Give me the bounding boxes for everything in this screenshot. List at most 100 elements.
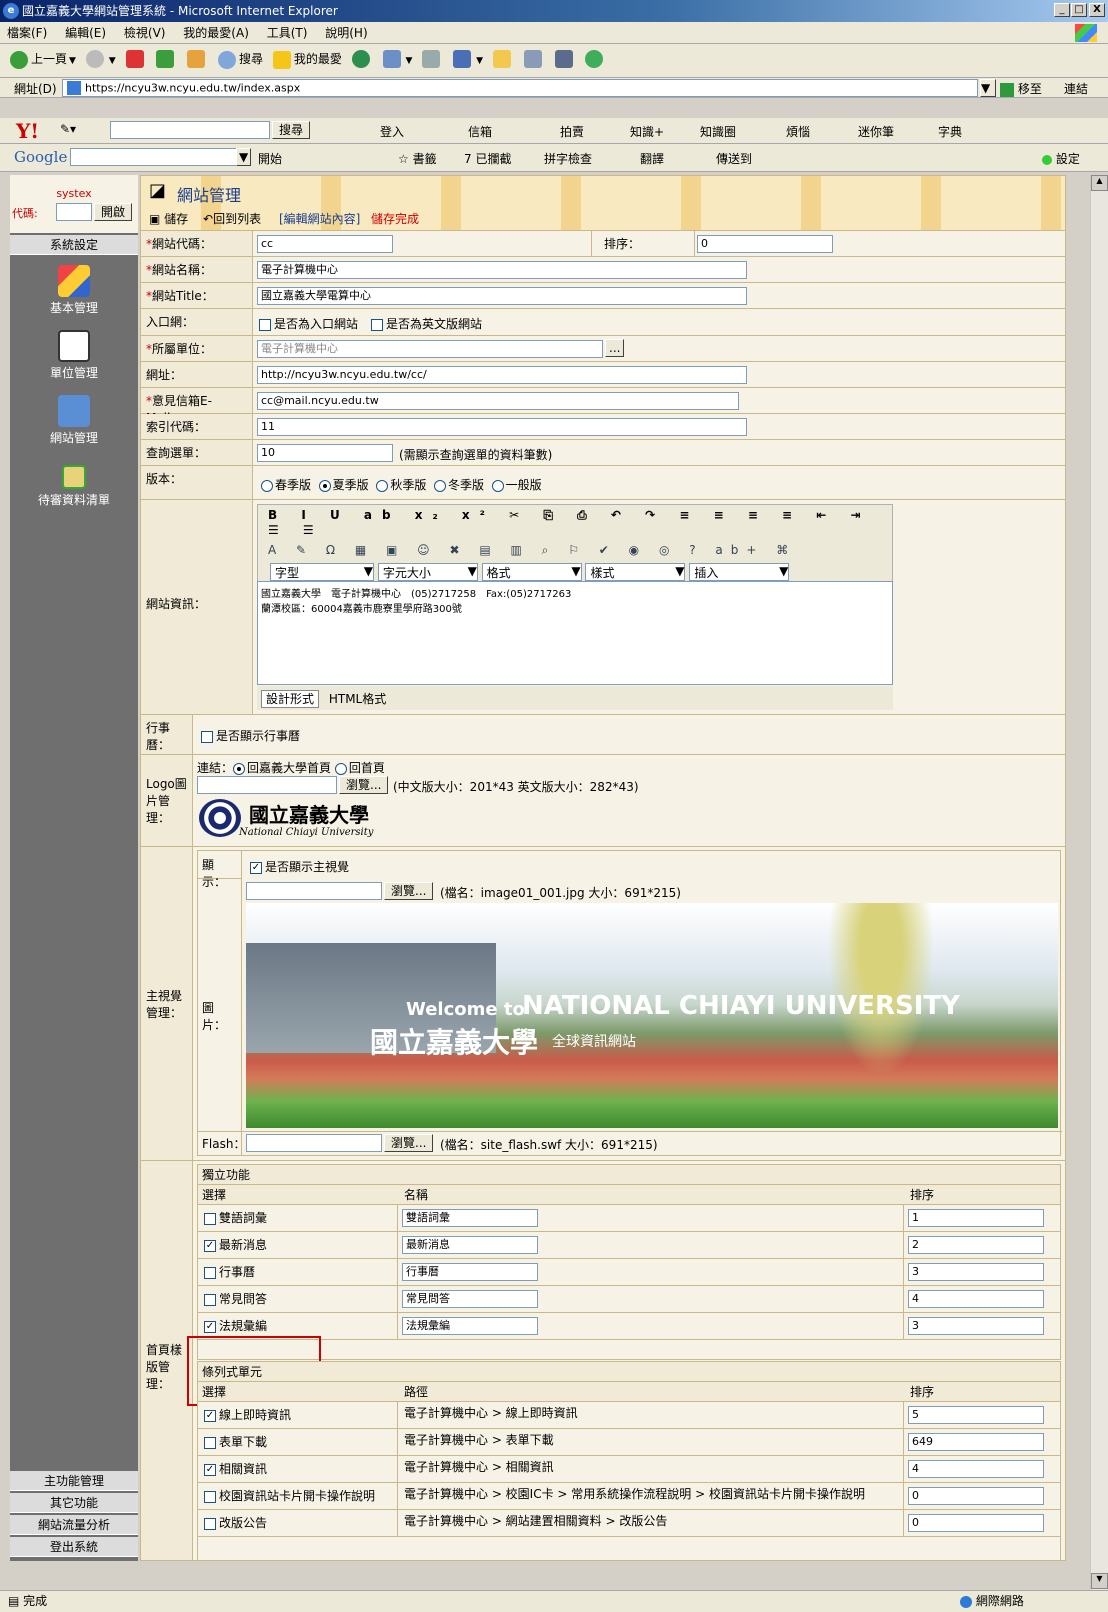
yahoo-circle[interactable]: 知識圈 xyxy=(700,123,736,140)
nav-logout[interactable]: 登出系統 xyxy=(10,1537,138,1557)
unit-picker-button[interactable]: ... xyxy=(605,339,625,357)
version-winter[interactable]: 冬季版 xyxy=(433,478,484,492)
solo-checkbox[interactable]: ✓ xyxy=(204,1320,216,1333)
list-checkbox[interactable]: ✓ xyxy=(204,1409,216,1422)
show-visual-checkbox[interactable]: ✓ 是否顯示主視覺 xyxy=(250,858,349,875)
query-input[interactable]: 10 xyxy=(257,444,393,462)
insert-buttons[interactable]: A ✎ Ω ▦ ▣ ☺ ✖ ▤ ▥ ⌕ ⚐ ✔ ◉ ◎ ? ab+ ⌘ xyxy=(258,540,892,561)
print-button[interactable] xyxy=(422,50,443,69)
nav-basic[interactable]: 基本管理 xyxy=(10,265,138,316)
refresh-button[interactable] xyxy=(156,50,177,69)
logo-browse-button[interactable]: 瀏覽... xyxy=(339,776,389,794)
format-select[interactable]: 格式 ▼ xyxy=(481,563,582,581)
code-input[interactable] xyxy=(56,203,92,221)
version-spring[interactable]: 春季版 xyxy=(261,478,311,492)
research-button[interactable] xyxy=(554,50,576,69)
unit-input[interactable]: 電子計算機中心 xyxy=(257,340,603,358)
yahoo-notes[interactable]: 迷你筆 xyxy=(858,123,894,140)
stop-button[interactable] xyxy=(125,50,147,69)
nav-other[interactable]: 其它功能 xyxy=(10,1493,138,1513)
nav-unit[interactable]: 單位管理 xyxy=(10,330,138,381)
back-to-list-link[interactable]: ↶回到列表 xyxy=(203,210,261,227)
nav-pending[interactable]: 待審資料清單 xyxy=(10,465,138,508)
portal-checkbox[interactable]: 是否為入口網站 xyxy=(259,315,358,332)
yahoo-search-input[interactable] xyxy=(110,121,270,139)
solo-name-input[interactable]: 最新消息 xyxy=(402,1236,538,1254)
yahoo-logo[interactable]: Y! xyxy=(16,119,39,143)
style-select[interactable]: 樣式 ▼ xyxy=(585,563,686,581)
index-code-input[interactable]: 11 xyxy=(257,418,747,436)
list-select-cell[interactable]: 改版公告 xyxy=(198,1510,398,1536)
version-summer[interactable]: 夏季版 xyxy=(318,478,369,492)
nav-main-func[interactable]: 主功能管理 xyxy=(10,1471,138,1491)
save-button[interactable]: ▣ 儲存 xyxy=(149,210,188,227)
address-dropdown[interactable]: ▼ xyxy=(980,79,996,97)
visual-browse-button[interactable]: 瀏覽... xyxy=(384,882,434,900)
list-sort-input[interactable]: 0 xyxy=(908,1487,1044,1505)
menu-tools[interactable]: 工具(T) xyxy=(260,22,315,44)
address-input[interactable]: https://ncyu3w.ncyu.edu.tw/index.aspx xyxy=(62,79,978,97)
site-title-input[interactable]: 國立嘉義大學電算中心 xyxy=(257,287,747,305)
menu-help[interactable]: 說明(H) xyxy=(318,22,374,44)
size-select[interactable]: 字元大小 ▼ xyxy=(377,563,478,581)
google-translate[interactable]: 翻譯 xyxy=(640,150,664,167)
calendar-checkbox[interactable]: 是否顯示行事曆 xyxy=(201,727,300,744)
home-button[interactable] xyxy=(187,50,208,69)
solo-checkbox[interactable]: ✓ xyxy=(204,1239,216,1252)
solo-select-cell[interactable]: ✓ 最新消息 xyxy=(198,1232,398,1258)
history-button[interactable] xyxy=(351,50,373,69)
logo-file-input[interactable] xyxy=(197,776,337,794)
solo-checkbox[interactable] xyxy=(204,1293,216,1306)
scroll-down-icon[interactable]: ▼ xyxy=(1091,1573,1108,1589)
yahoo-signin[interactable]: 登入 xyxy=(380,123,404,140)
tab-html[interactable]: HTML格式 xyxy=(323,691,392,707)
solo-checkbox[interactable] xyxy=(204,1266,216,1279)
list-select-cell[interactable]: 校園資訊站卡片開卡操作說明 xyxy=(198,1483,398,1509)
solo-select-cell[interactable]: 常見問答 xyxy=(198,1286,398,1312)
maximize-button[interactable]: □ xyxy=(1071,3,1087,17)
mail-button[interactable]: ▼ xyxy=(382,50,412,69)
google-open[interactable]: 開始 xyxy=(258,150,282,167)
close-button[interactable]: X xyxy=(1089,3,1105,17)
format-buttons[interactable]: B I U ab x₂ x² ✂ ⎘ ⎙ ↶ ↷ ≡ ≡ ≡ ≡ ⇤ ⇥ ☰ ☰ xyxy=(258,505,892,540)
go-button[interactable]: 移至 xyxy=(1000,80,1042,97)
url-input[interactable]: http://ncyu3w.ncyu.edu.tw/cc/ xyxy=(257,366,747,384)
nav-header[interactable]: 系統設定 xyxy=(10,235,138,255)
site-name-input[interactable]: 電子計算機中心 xyxy=(257,261,747,279)
list-select-cell[interactable]: ✓ 線上即時資訊 xyxy=(198,1402,398,1428)
google-search-input[interactable] xyxy=(70,148,248,166)
google-settings[interactable]: 設定 xyxy=(1042,150,1080,167)
list-sort-input[interactable]: 0 xyxy=(908,1514,1044,1532)
yahoo-search-button[interactable]: 搜尋 xyxy=(272,121,311,139)
english-checkbox[interactable]: 是否為英文版網站 xyxy=(371,315,482,332)
google-dropdown[interactable]: ▼ xyxy=(236,148,252,166)
font-select[interactable]: 字型 ▼ xyxy=(270,563,374,581)
yahoo-auction[interactable]: 拍賣 xyxy=(560,123,584,140)
solo-checkbox[interactable] xyxy=(204,1212,216,1225)
list-checkbox[interactable] xyxy=(204,1517,216,1530)
nav-traffic[interactable]: 網站流量分析 xyxy=(10,1515,138,1535)
pencil-icon[interactable]: ✎▾ xyxy=(60,122,76,136)
scroll-up-icon[interactable]: ▲ xyxy=(1091,175,1108,191)
yahoo-mail[interactable]: 信箱 xyxy=(468,123,492,140)
back-button[interactable]: 上一頁 ▼ xyxy=(10,50,76,69)
discuss-button[interactable] xyxy=(523,50,545,69)
yahoo-knowledge[interactable]: 知識+ xyxy=(630,123,664,140)
menu-favorites[interactable]: 我的最愛(A) xyxy=(176,22,256,44)
flash-file-input[interactable] xyxy=(246,1134,382,1152)
solo-sort-input[interactable]: 3 xyxy=(908,1317,1044,1335)
nav-site[interactable]: 網站管理 xyxy=(10,395,138,446)
vertical-scrollbar[interactable]: ▲ ▼ xyxy=(1090,175,1108,1590)
google-spellcheck[interactable]: 拼字檢查 xyxy=(544,150,592,167)
version-general[interactable]: 一般版 xyxy=(491,478,542,492)
flash-browse-button[interactable]: 瀏覽... xyxy=(384,1134,434,1152)
list-sort-input[interactable]: 4 xyxy=(908,1460,1044,1478)
version-autumn[interactable]: 秋季版 xyxy=(376,478,426,492)
edit-button[interactable]: ▼ xyxy=(453,50,483,69)
forward-button[interactable]: ▼ xyxy=(85,50,116,69)
google-bookmarks[interactable]: ☆ 書籤 xyxy=(398,150,437,167)
open-button[interactable]: 開啟 xyxy=(94,203,133,221)
solo-select-cell[interactable]: 雙語詞彙 xyxy=(198,1205,398,1231)
google-logo[interactable]: Google xyxy=(14,148,67,166)
menu-edit[interactable]: 編輯(E) xyxy=(58,22,113,44)
